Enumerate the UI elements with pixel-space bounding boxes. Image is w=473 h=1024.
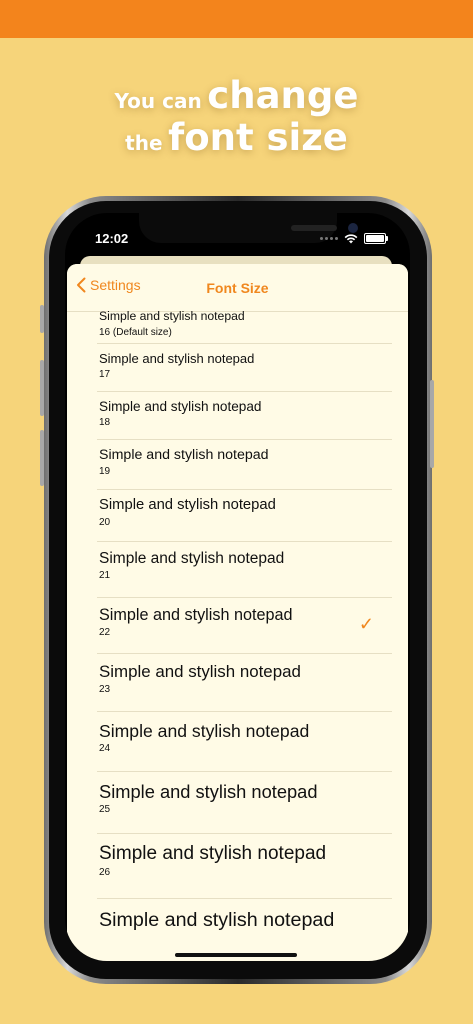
font-size-sample: Simple and stylish notepad bbox=[99, 549, 285, 567]
font-size-value: 20 bbox=[99, 517, 111, 529]
font-size-sample: Simple and stylish notepad bbox=[99, 447, 269, 463]
font-size-value: 18 bbox=[99, 417, 111, 429]
status-time: 12:02 bbox=[95, 231, 129, 246]
font-size-sample: Simple and stylish notepad bbox=[99, 662, 301, 682]
font-size-row[interactable]: Simple and stylish notepad 25 bbox=[97, 771, 392, 834]
font-size-row[interactable]: Simple and stylish notepad 26 bbox=[97, 833, 392, 899]
headline-big-1: change bbox=[207, 74, 359, 117]
font-size-value: 24 bbox=[99, 743, 111, 755]
font-size-sample: Simple and stylish notepad bbox=[99, 843, 327, 865]
phone-screen: 12:02 Settings Font Size Simple and styl… bbox=[65, 213, 410, 961]
font-size-value: 23 bbox=[99, 684, 111, 696]
font-size-sample: Simple and stylish notepad bbox=[99, 350, 255, 366]
headline-line-2: the font size bbox=[0, 116, 473, 159]
signal-dots-icon bbox=[320, 237, 338, 240]
font-size-row[interactable]: Simple and stylish notepad 19 bbox=[97, 439, 392, 490]
font-size-value: 26 bbox=[99, 867, 111, 879]
top-banner bbox=[0, 0, 473, 38]
font-size-row[interactable]: Simple and stylish notepad 24 bbox=[97, 711, 392, 772]
font-size-value: 21 bbox=[99, 570, 111, 582]
notch bbox=[139, 213, 358, 243]
headline-big-2: font size bbox=[168, 116, 348, 159]
checkmark-icon: ✓ bbox=[358, 614, 374, 634]
volume-up-button bbox=[40, 360, 44, 416]
font-size-sample: Simple and stylish notepad bbox=[99, 909, 335, 932]
nav-title: Font Size bbox=[206, 280, 269, 296]
font-size-row[interactable]: Simple and stylish notepad 23 bbox=[97, 653, 392, 712]
headline-small-1: You can bbox=[114, 89, 202, 113]
font-size-row[interactable]: Simple and stylish notepad 21 bbox=[97, 541, 392, 598]
font-size-sample: Simple and stylish notepad bbox=[99, 780, 318, 802]
font-size-sample: Simple and stylish notepad bbox=[99, 309, 245, 324]
font-size-value: 16 (Default size) bbox=[99, 326, 172, 338]
headline-line-1: You can change bbox=[0, 74, 473, 117]
font-size-sample: Simple and stylish notepad bbox=[99, 605, 293, 624]
font-size-row[interactable]: Simple and stylish notepad 18 bbox=[97, 391, 392, 440]
speaker-grille bbox=[291, 225, 337, 231]
volume-down-button bbox=[40, 430, 44, 486]
mute-switch bbox=[40, 305, 44, 333]
font-size-value: 17 bbox=[99, 368, 111, 380]
font-size-sample: Simple and stylish notepad bbox=[99, 720, 310, 741]
font-size-row[interactable]: Simple and stylish notepad 20 bbox=[97, 489, 392, 542]
font-size-row[interactable]: Simple and stylish notepad 16 (Default si… bbox=[97, 303, 392, 344]
battery-icon bbox=[364, 233, 388, 244]
font-size-sample: Simple and stylish notepad bbox=[99, 497, 276, 514]
font-size-value: 19 bbox=[99, 466, 111, 478]
settings-sheet: Settings Font Size Simple and stylish no… bbox=[67, 264, 408, 961]
font-size-value: 22 bbox=[99, 627, 111, 639]
home-indicator[interactable] bbox=[175, 953, 297, 957]
headline-small-2: the bbox=[125, 131, 163, 155]
front-camera bbox=[348, 223, 358, 233]
font-size-row[interactable]: Simple and stylish notepad 17 bbox=[97, 343, 392, 392]
wifi-icon bbox=[344, 234, 358, 244]
power-button bbox=[430, 380, 434, 468]
status-icons bbox=[320, 233, 388, 244]
font-size-row[interactable]: Simple and stylish notepad 22 ✓ bbox=[97, 597, 392, 654]
font-size-row[interactable]: Simple and stylish notepad bbox=[97, 898, 392, 961]
font-size-sample: Simple and stylish notepad bbox=[99, 398, 262, 414]
font-size-value: 25 bbox=[99, 804, 111, 816]
